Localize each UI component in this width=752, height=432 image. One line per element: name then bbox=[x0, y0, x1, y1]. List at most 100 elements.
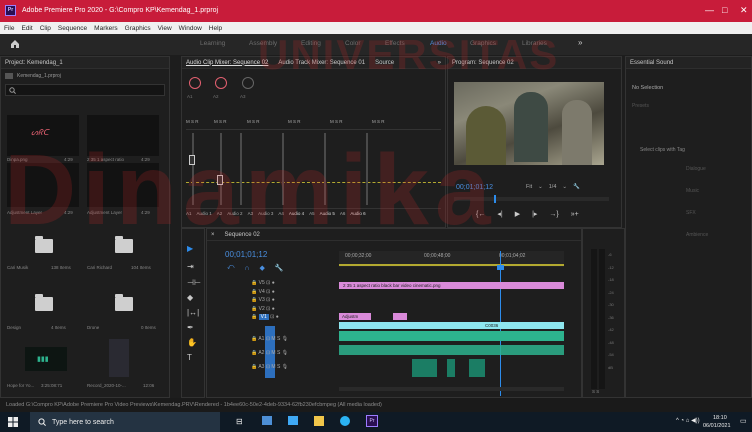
track-select-tool-icon[interactable]: ⇥ bbox=[187, 262, 194, 271]
slip-tool-icon[interactable]: |↔| bbox=[187, 308, 199, 317]
msr-buttons[interactable]: M S R bbox=[186, 119, 199, 124]
essential-sound-title: Essential Sound bbox=[630, 59, 674, 66]
tab-audio-clip-mixer[interactable]: Audio Clip Mixer: Sequence 02 bbox=[186, 60, 268, 66]
playhead-handle[interactable] bbox=[497, 265, 504, 270]
item-duration: 3:25:08:71 bbox=[41, 383, 63, 388]
clip-aspect-ratio[interactable]: 2 35 1 aspect ratio black bar video cine… bbox=[339, 282, 564, 289]
watermark-text: Dinamika bbox=[4, 134, 497, 246]
search-icon bbox=[38, 418, 46, 426]
clip-adjustment[interactable]: Adjustm bbox=[339, 313, 371, 320]
notification-icon[interactable]: ▭ bbox=[740, 417, 747, 425]
linked-selection-icon[interactable]: ∩ bbox=[244, 265, 249, 272]
audio-meters-panel: -6 -12 -18 -24 -30 -36 -42 -48 -54 dB S S bbox=[582, 228, 625, 398]
pan-knob[interactable] bbox=[215, 77, 227, 89]
menu-markers[interactable]: Markers bbox=[94, 25, 117, 32]
file-explorer-icon[interactable] bbox=[262, 416, 272, 425]
type-dialogue-button[interactable]: Dialogue bbox=[686, 166, 706, 172]
step-back-icon[interactable]: ◂| bbox=[497, 210, 502, 218]
clip-audio-a3[interactable] bbox=[447, 359, 455, 377]
resolution-select[interactable]: 1/4 bbox=[549, 184, 557, 190]
play-button[interactable]: ▶ bbox=[515, 210, 520, 218]
menu-file[interactable]: File bbox=[4, 25, 14, 32]
msr-buttons[interactable]: M S R bbox=[372, 119, 385, 124]
minimize-button[interactable]: — bbox=[705, 5, 714, 15]
type-tool-icon[interactable]: T bbox=[187, 353, 192, 362]
close-button[interactable]: ✕ bbox=[740, 5, 748, 16]
pen-tool-icon[interactable]: ✒ bbox=[187, 323, 194, 332]
razor-tool-icon[interactable]: ◆ bbox=[187, 293, 193, 302]
meter-right bbox=[599, 249, 605, 389]
folder-icon[interactable] bbox=[115, 294, 133, 311]
tab-learning[interactable]: Learning bbox=[200, 40, 225, 47]
menu-clip[interactable]: Clip bbox=[40, 25, 51, 32]
msr-buttons[interactable]: M S R bbox=[330, 119, 343, 124]
taskbar: Type here to search ⊟ Pr ^ ◔ ⌂ ◀)) 18:10… bbox=[0, 412, 752, 432]
type-sfx-button[interactable]: SFX bbox=[686, 210, 696, 216]
clip-audio-a1[interactable] bbox=[339, 331, 564, 341]
video-track-headers: 🔒 V5 ⊡ ● 🔒 V4 ⊡ ● 🔒 V3 ⊡ ● 🔒 V2 ⊡ ● 🔒 V1… bbox=[251, 280, 279, 320]
taskbar-search-input[interactable]: Type here to search bbox=[30, 412, 220, 432]
pan-knob[interactable] bbox=[242, 77, 254, 89]
wrench-icon[interactable]: 🔧 bbox=[573, 184, 580, 190]
snap-icon[interactable]: ⤺ bbox=[227, 264, 234, 272]
msr-buttons[interactable]: M S R bbox=[288, 119, 301, 124]
mixer-channel-label: A1 bbox=[187, 94, 193, 99]
menu-graphics[interactable]: Graphics bbox=[125, 25, 151, 32]
chevron-down-icon: ⌄ bbox=[538, 184, 543, 190]
type-ambience-button[interactable]: Ambience bbox=[686, 232, 708, 238]
clip-audio-a2[interactable] bbox=[339, 345, 564, 355]
menu-edit[interactable]: Edit bbox=[21, 25, 32, 32]
add-marker-icon[interactable]: ◆ bbox=[260, 264, 265, 272]
menu-sequence[interactable]: Sequence bbox=[58, 25, 87, 32]
app-icon[interactable] bbox=[314, 416, 324, 426]
hand-tool-icon[interactable]: ✋ bbox=[187, 338, 197, 347]
bin-name: Cari Richard bbox=[87, 265, 113, 270]
mark-out-icon[interactable]: →} bbox=[549, 211, 558, 218]
menu-help[interactable]: Help bbox=[209, 25, 222, 32]
thumb-record[interactable] bbox=[109, 339, 129, 377]
clip-adjustment[interactable] bbox=[393, 313, 407, 320]
clip-video-v1[interactable]: C0036 bbox=[339, 322, 564, 329]
workspaces-more-button[interactable]: » bbox=[578, 38, 582, 47]
no-selection-label: No Selection bbox=[632, 85, 664, 91]
solo-buttons[interactable]: S S bbox=[592, 389, 599, 394]
msr-buttons[interactable]: M S R bbox=[214, 119, 227, 124]
mixer-channel-label: A3 bbox=[240, 94, 246, 99]
premiere-taskbar-icon[interactable]: Pr bbox=[366, 415, 378, 427]
menu-window[interactable]: Window bbox=[179, 25, 202, 32]
ruler-label: 00;00;48;00 bbox=[424, 253, 451, 259]
project-file-icon bbox=[5, 73, 13, 79]
home-icon[interactable] bbox=[10, 39, 20, 49]
maximize-button[interactable]: □ bbox=[722, 5, 727, 15]
premiere-logo-icon: Pr bbox=[5, 5, 16, 16]
step-forward-icon[interactable]: |▸ bbox=[532, 210, 537, 218]
zoom-select[interactable]: Fit bbox=[526, 184, 532, 190]
task-view-icon[interactable]: ⊟ bbox=[236, 417, 243, 426]
pan-knob[interactable] bbox=[189, 77, 201, 89]
time-ruler[interactable]: 00;00;32;00 00;00;48;00 00;01;04;02 bbox=[339, 251, 564, 267]
timeline-panel: × Sequence 02 00;01;01;12 ⤺ ∩ ◆ 🔧 00;00;… bbox=[206, 228, 582, 398]
msr-buttons[interactable]: M S R bbox=[247, 119, 260, 124]
item-duration: 12:06 bbox=[143, 383, 155, 388]
system-tray-icons[interactable]: ^ ◔ ⌂ ◀)) bbox=[676, 417, 700, 424]
ripple-edit-tool-icon[interactable]: ⊣⊢ bbox=[187, 278, 201, 287]
type-music-button[interactable]: Music bbox=[686, 188, 699, 194]
clip-audio-a3[interactable] bbox=[412, 359, 437, 377]
bin-count: 104 Items bbox=[131, 265, 151, 270]
menu-view[interactable]: View bbox=[158, 25, 172, 32]
windows-start-icon[interactable] bbox=[8, 417, 18, 427]
timeline-timecode[interactable]: 00;01;01;12 bbox=[225, 250, 267, 259]
thumb-audio[interactable]: ▮▮▮ bbox=[25, 347, 67, 371]
clip-audio-a3[interactable] bbox=[469, 359, 485, 377]
clock-date: 06/01/2021 bbox=[703, 423, 731, 429]
project-search-input[interactable] bbox=[5, 84, 165, 96]
wrench-icon[interactable]: 🔧 bbox=[275, 264, 284, 272]
edge-browser-icon[interactable] bbox=[340, 416, 350, 426]
timeline-scrollbar[interactable] bbox=[339, 387, 564, 391]
person-figure bbox=[514, 92, 548, 162]
item-name: Hope for Yo... bbox=[7, 383, 35, 388]
folder-icon[interactable] bbox=[35, 294, 53, 311]
store-icon[interactable] bbox=[288, 416, 298, 425]
more-controls-icon[interactable]: »+ bbox=[571, 211, 579, 218]
audio-track-headers: 🔒 A1 ⊡ M S 🎙 🔒 A2 ⊡ M S 🎙 🔒 A3 ⊡ M S 🎙 bbox=[251, 336, 289, 370]
